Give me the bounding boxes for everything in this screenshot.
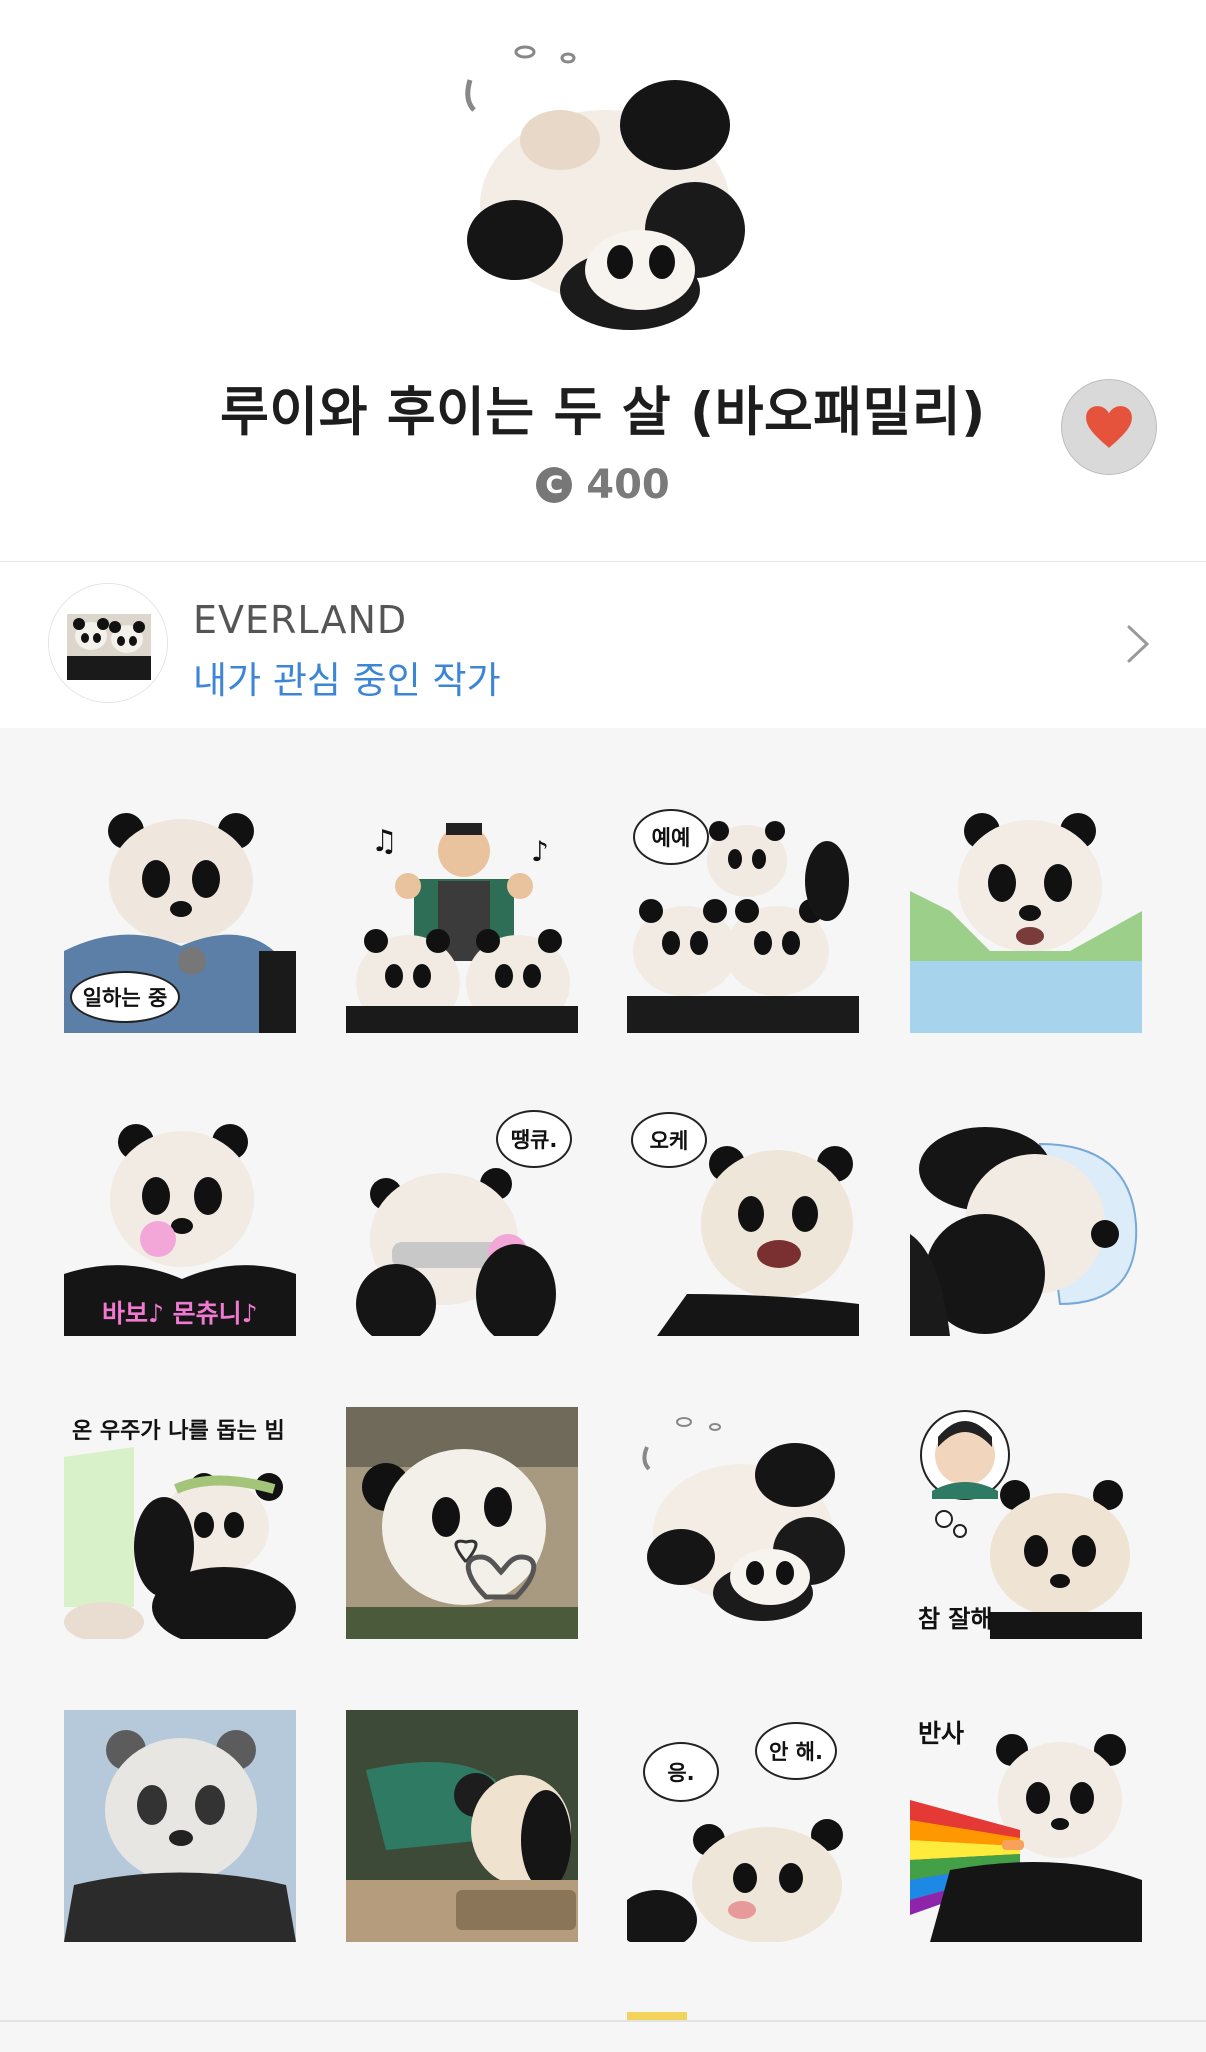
chevron-right-icon — [1127, 625, 1150, 663]
sticker-speech-bubble: 응. — [643, 1742, 719, 1802]
sticker-caption: 온 우주가 나를 돕는 빔 — [72, 1419, 285, 1444]
author-avatar — [48, 583, 168, 703]
sticker-caption: 반사 — [918, 1719, 965, 1748]
sticker-item[interactable]: 일하는 중 — [64, 801, 296, 1033]
sticker-item[interactable]: ♫ ♪ — [346, 801, 578, 1033]
svg-text:♫: ♫ — [371, 824, 398, 859]
sticker-speech-bubble: 안 해. — [755, 1722, 837, 1780]
sticker-speech-bubble: 오케 — [631, 1112, 707, 1168]
sticker-caption: 참 잘해 — [918, 1605, 993, 1633]
sticker-item[interactable]: 땡큐. — [346, 1104, 578, 1336]
hero-sticker-image — [440, 30, 770, 340]
sticker-item[interactable] — [64, 1710, 296, 1942]
bottom-divider — [0, 2020, 1206, 2022]
sticker-item[interactable]: 예예 — [627, 801, 859, 1033]
sticker-speech-bubble: 일하는 중 — [70, 971, 180, 1023]
sticker-item[interactable]: 바보♪ 몬츄니♪ — [64, 1104, 296, 1336]
sticker-item[interactable]: 참 잘해 — [910, 1407, 1142, 1639]
sticker-item[interactable] — [346, 1710, 578, 1942]
author-name: EVERLAND — [193, 598, 408, 642]
svg-text:♪: ♪ — [531, 835, 549, 868]
sticker-item[interactable] — [910, 1104, 1142, 1336]
product-price: C 400 — [0, 462, 1206, 508]
sticker-item[interactable] — [627, 1407, 859, 1639]
sticker-item[interactable]: 반사 — [910, 1710, 1142, 1942]
sticker-speech-bubble: 땡큐. — [496, 1110, 572, 1168]
sticker-item[interactable] — [910, 801, 1142, 1033]
partial-sticker-peek — [627, 2012, 687, 2020]
coin-icon: C — [536, 467, 573, 503]
author-subtitle: 내가 관심 중인 작가 — [193, 659, 501, 702]
sticker-item[interactable]: 온 우주가 나를 돕는 빔 — [64, 1407, 296, 1639]
sticker-item[interactable] — [346, 1407, 578, 1639]
like-button[interactable] — [1061, 379, 1157, 475]
sticker-item[interactable]: 응. 안 해. — [627, 1710, 859, 1942]
author-row[interactable]: EVERLAND 내가 관심 중인 작가 — [0, 562, 1206, 728]
sticker-item[interactable]: 오케 — [627, 1104, 859, 1336]
heart-icon — [1086, 406, 1132, 448]
sticker-speech-bubble: 예예 — [633, 809, 709, 865]
product-header: 루이와 후이는 두 살 (바오패밀리) C 400 — [0, 0, 1206, 560]
product-title: 루이와 후이는 두 살 (바오패밀리) — [220, 382, 986, 443]
price-value: 400 — [586, 462, 670, 508]
sticker-caption: 바보♪ 몬츄니♪ — [102, 1299, 258, 1328]
